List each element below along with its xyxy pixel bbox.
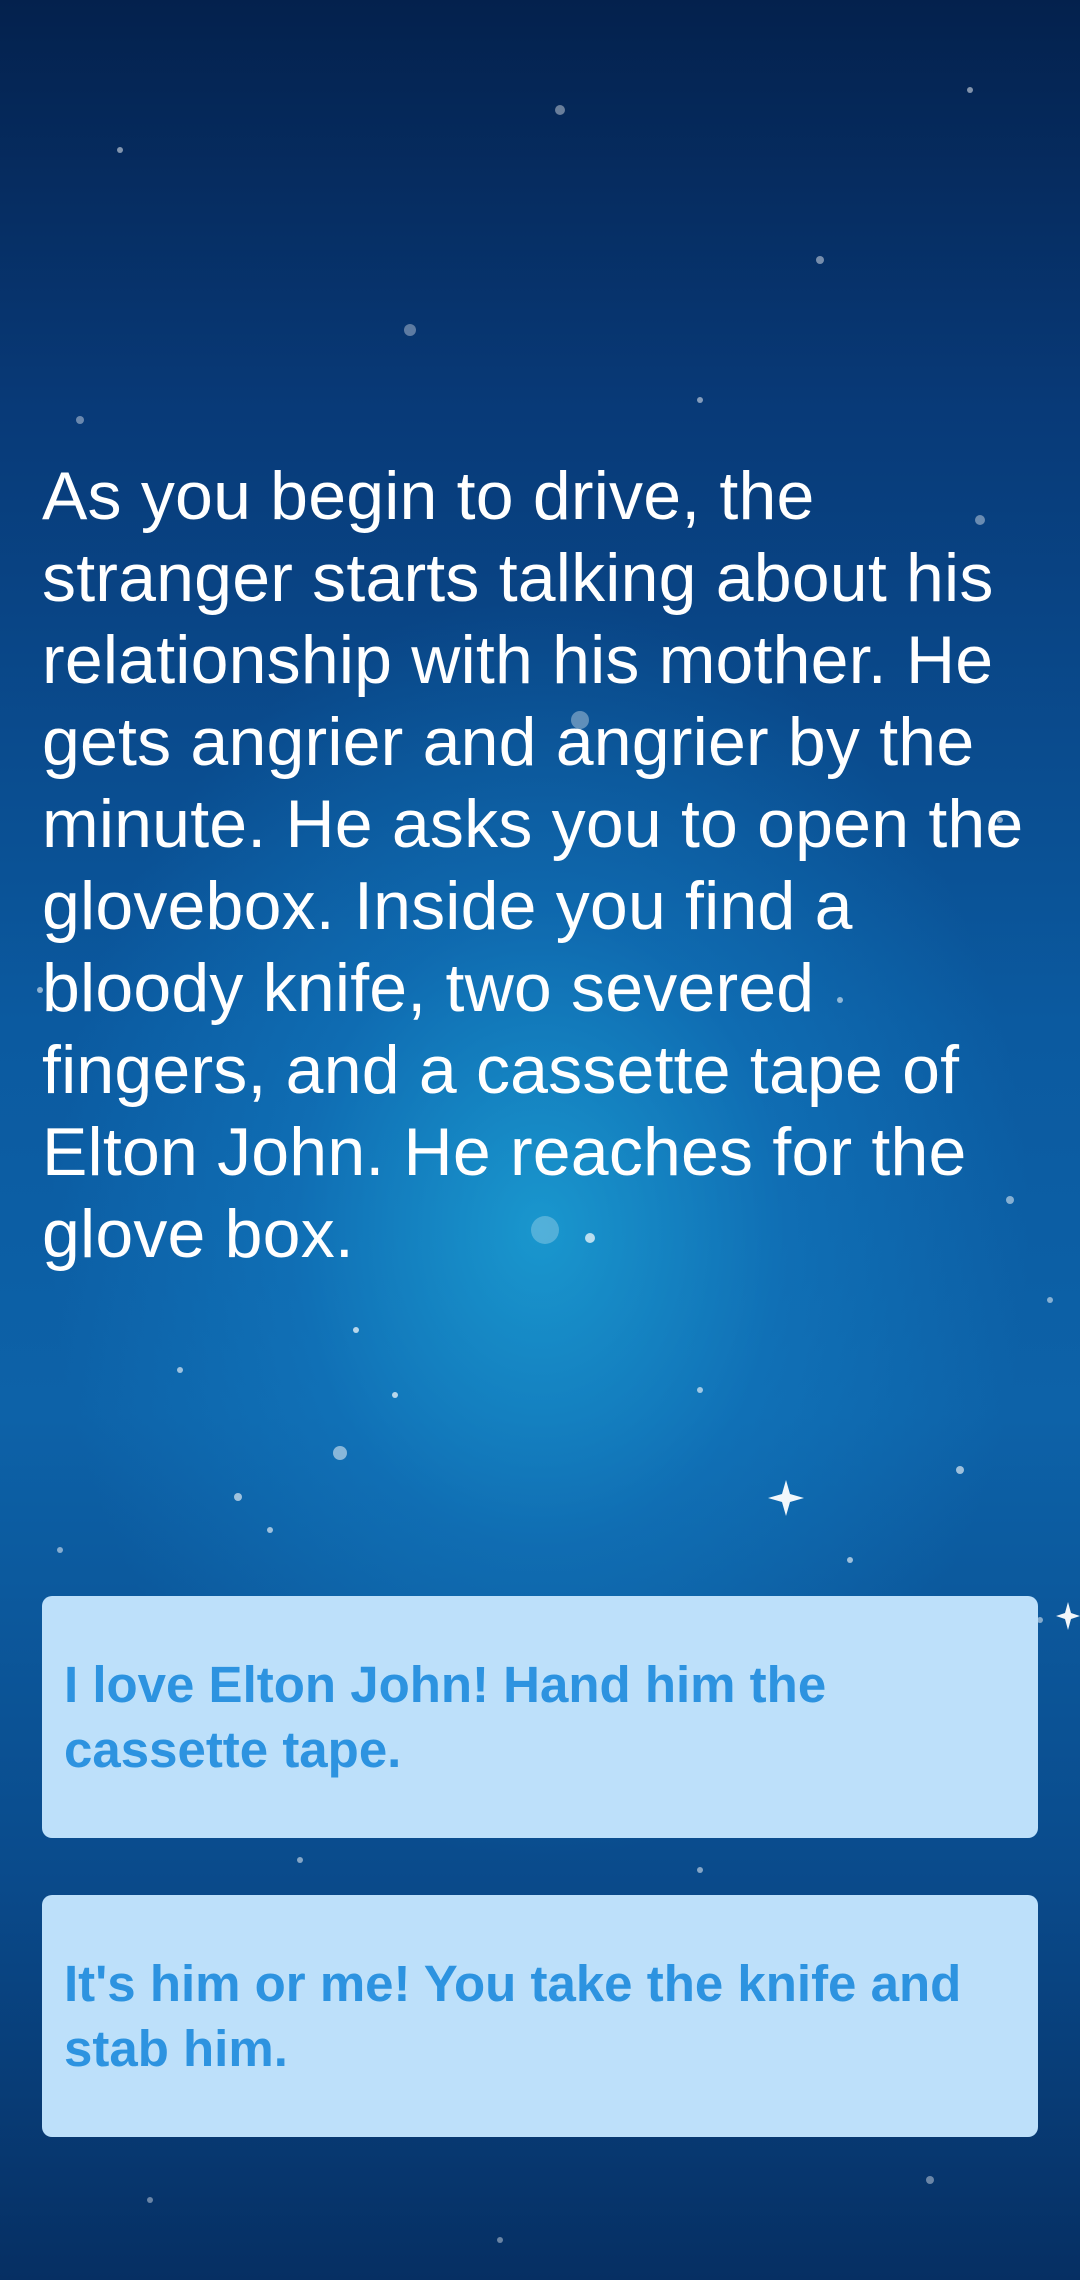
choice-label-1: I love Elton John! Hand him the cassette…	[64, 1656, 827, 1778]
story-text: As you begin to drive, the stranger star…	[42, 458, 1024, 1272]
choice-button-1[interactable]: I love Elton John! Hand him the cassette…	[42, 1596, 1038, 1838]
choice-label-2: It's him or me! You take the knife and s…	[64, 1955, 962, 2077]
choice-button-2[interactable]: It's him or me! You take the knife and s…	[42, 1895, 1038, 2137]
